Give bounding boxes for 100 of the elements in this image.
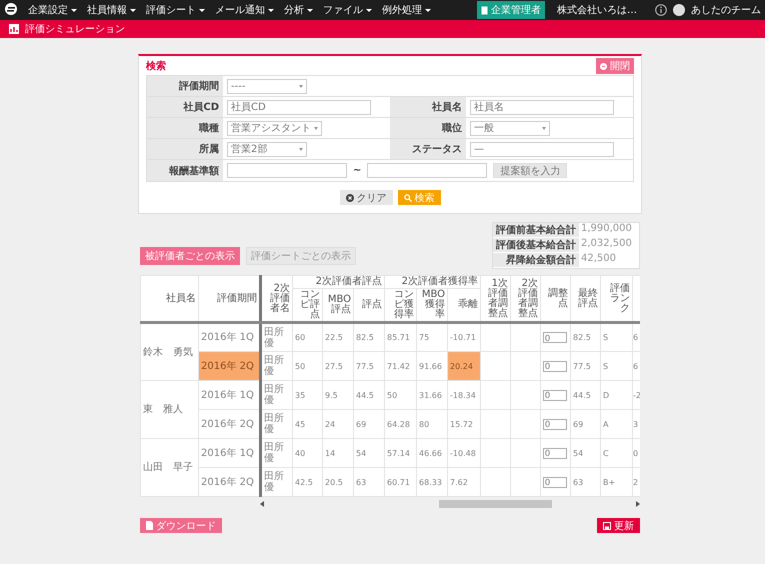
table-cell: 20.5 [322,468,354,496]
input-field[interactable]: 社員CD [227,100,371,114]
total-value: 2,032,500 [579,238,639,253]
select-field[interactable]: 営業アシスタント [227,120,322,136]
column-header: 社員名 [140,276,198,322]
nav-menu-item[interactable]: 評価シート [142,0,209,20]
period-cell: 2016年 2Q [198,352,260,380]
table-cell: 15.72 [448,410,481,438]
field-label: 報酬基準額 [147,160,223,181]
table-cell: 44.5 [570,380,601,410]
table-cell: S [600,352,633,380]
table-cell: 20.24 [448,352,481,380]
close-circle-icon [346,194,354,202]
field-label: 所属 [147,139,223,159]
nav-menu-item[interactable]: 社員情報 [83,0,140,20]
adjustment-field[interactable]: 0 [543,360,568,372]
scroll-left-icon[interactable] [260,500,264,506]
select-field[interactable]: 一般 [470,120,550,136]
table-cell: 40 [292,438,322,468]
column-header: 2次評価者調整点 [510,276,541,322]
search-title: 検索 [146,60,166,73]
nav-menu-item[interactable]: メール通知 [211,0,278,20]
table-cell: 68.33 [416,468,448,496]
column-header: MBO獲得率 [416,288,448,322]
total-value: 42,500 [579,253,639,268]
nav-menu-item[interactable]: 企業設定 [24,0,81,20]
field-label: 社員CD [147,97,223,117]
company-name: 株式会社いろは… [556,4,638,17]
table-cell: 9.5 [322,380,354,410]
adjustment-field[interactable]: 0 [543,332,568,343]
column-header: 評価期間 [198,276,260,322]
field-label: 職位 [390,118,466,138]
input-field[interactable] [367,163,488,178]
table-cell: 46.66 [416,438,448,468]
table-cell: -10.48 [448,438,481,468]
column-header: MBO評点 [322,288,354,322]
nav-menu-item[interactable]: 分析 [280,0,317,20]
column-header: 2次評価者獲得率 [384,276,481,288]
column-header: 2次評価者名 [260,276,292,322]
scrollbar-thumb[interactable] [439,500,552,508]
table-cell: 7.62 [448,468,481,496]
total-label: 昇降給金額合計 [493,253,579,268]
input-field[interactable] [227,163,347,178]
avatar-icon[interactable] [673,4,685,16]
input-field[interactable]: — [470,142,614,156]
employee-name: 鈴木 勇気 [140,322,198,380]
update-button[interactable]: 更新 [597,518,640,533]
nav-menu-item[interactable]: 例外処理 [378,0,435,20]
logo-icon[interactable] [4,2,18,16]
field-label: 職種 [147,118,223,138]
evaluator-cell: 田所優 [260,438,292,468]
table-cell: 77.5 [570,352,601,380]
table-cell: A [600,410,633,438]
adjustment-field[interactable]: 0 [543,418,568,430]
table-cell: 63 [570,468,601,496]
info-icon[interactable] [655,4,667,16]
total-label: 評価後基本給合計 [493,238,579,253]
table-cell: 45 [292,410,322,438]
employee-name: 東 雅人 [140,380,198,438]
user-name[interactable]: あしたのチーム [691,3,761,17]
table-cell: 27.5 [322,352,354,380]
table-cell: 77.5 [354,352,385,380]
evaluator-cell: 田所優 [260,380,292,410]
table-cell: 85.71 [384,322,417,352]
table-cell: 42.5 [292,468,322,496]
nav-menu-item[interactable]: ファイル [319,0,376,20]
table-cell: -18.34 [448,380,481,410]
table-cell: 80 [416,410,448,438]
table-cell: 22.5 [322,322,354,352]
scroll-right-icon[interactable] [636,500,640,506]
evaluator-cell: 田所優 [260,322,292,352]
table-cell: 60.71 [384,468,417,496]
table-cell: 71.42 [384,352,417,380]
clear-button[interactable]: クリア [340,190,392,205]
page-title: 評価シミュレーション [25,22,125,36]
toggle-button[interactable]: 開閉 [596,58,634,74]
evaluator-cell: 田所優 [260,410,292,438]
download-button[interactable]: ダウンロード [140,518,222,533]
role-badge: 企業管理者 [477,1,545,19]
table-cell: B+ [600,468,633,496]
select-field[interactable]: ---- [227,78,307,94]
select-field[interactable]: 営業2部 [227,142,307,156]
employee-name: 山田 早子 [140,438,198,496]
amount-button[interactable]: 提案額を入力 [493,163,568,178]
adjustment-field[interactable]: 0 [543,476,568,488]
column-header: コンピ評点 [292,288,322,322]
column-header: 調整点 [540,276,571,322]
adjustment-field[interactable]: 0 [543,448,568,458]
input-field[interactable]: 社員名 [470,100,614,114]
table-cell: 64.28 [384,410,417,438]
table-cell: 63 [354,468,385,496]
evaluator-cell: 田所優 [260,352,292,380]
view-tab[interactable]: 評価シートごとの表示 [246,247,356,265]
table-cell: 54 [354,438,385,468]
adjustment-field[interactable]: 0 [543,390,568,400]
field-label: 評価期間 [147,76,223,96]
column-header: コンピ獲得率 [384,288,417,322]
column-header: 評価ランク [600,276,633,322]
view-tab[interactable]: 被評価者ごとの表示 [140,247,240,265]
table-cell: 31.66 [416,380,448,410]
